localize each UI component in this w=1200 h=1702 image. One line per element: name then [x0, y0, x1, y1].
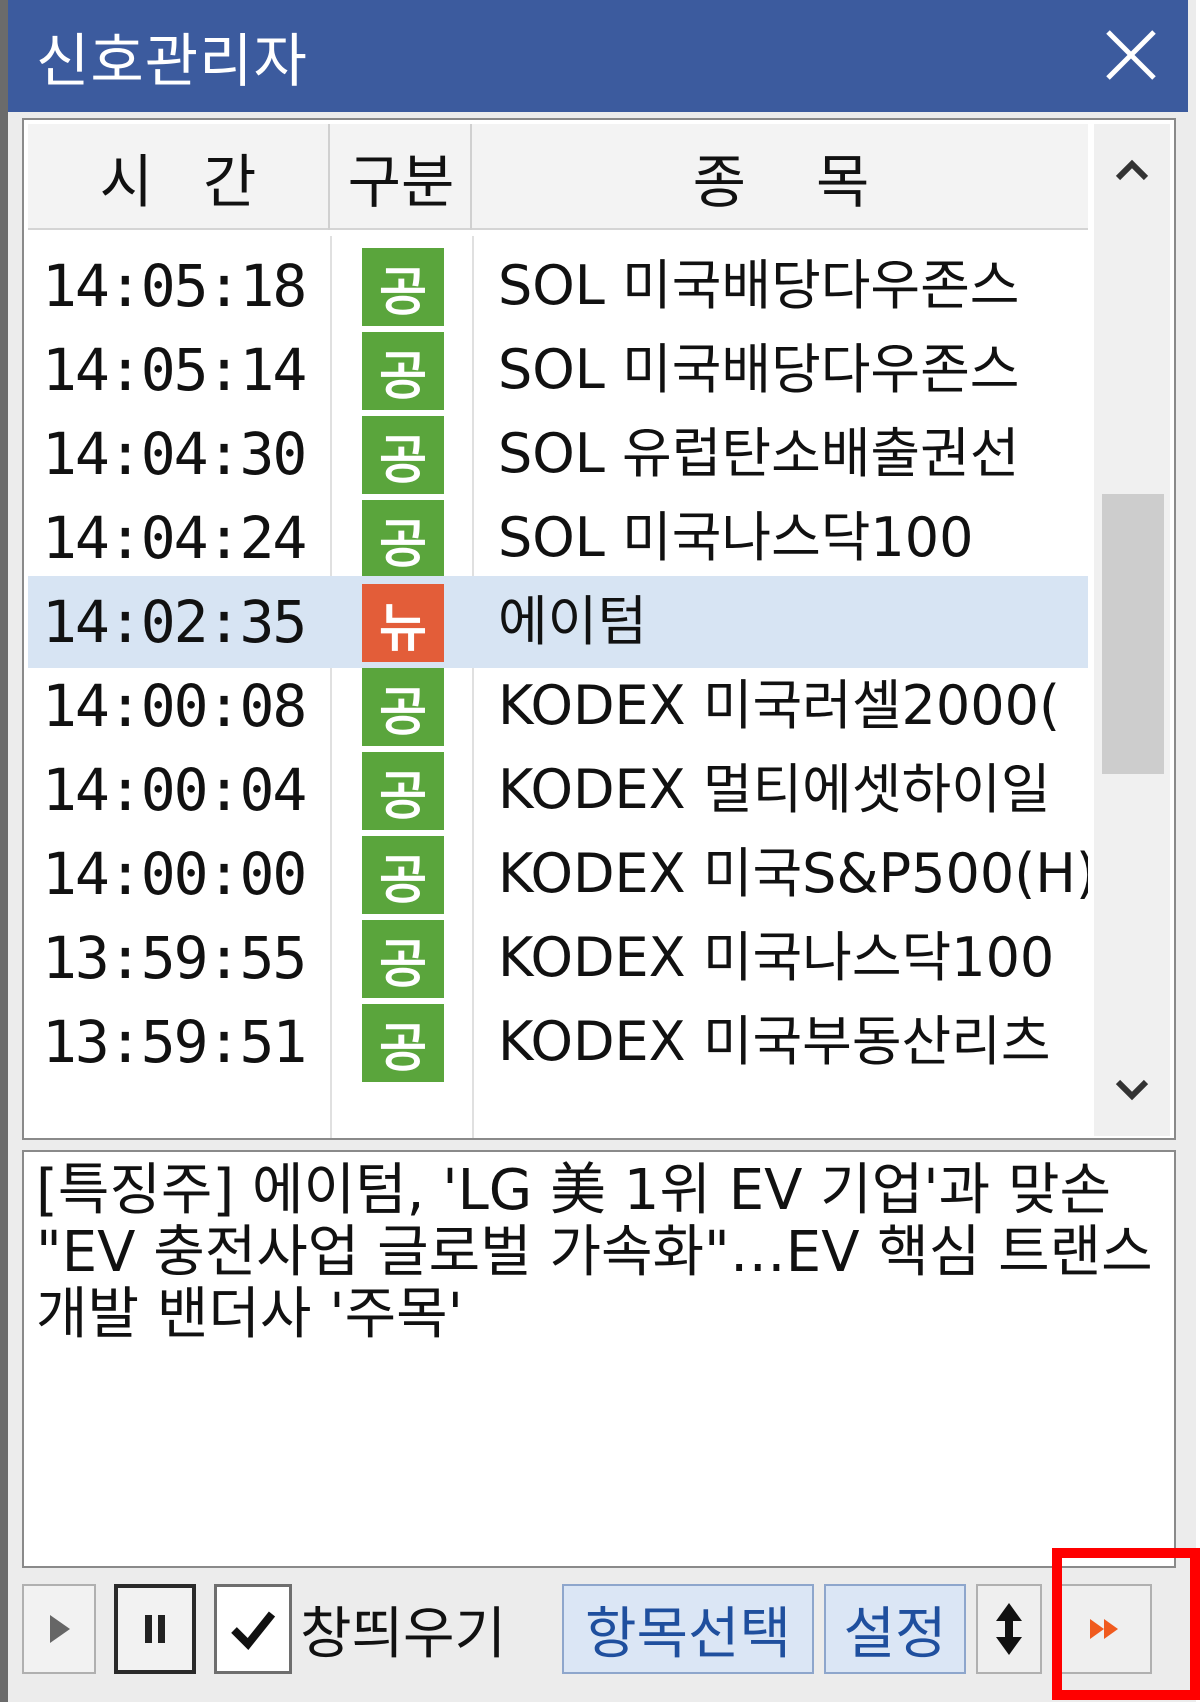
play-icon [50, 1615, 70, 1643]
play-button[interactable] [22, 1584, 96, 1674]
chevron-up-icon [1115, 159, 1149, 181]
vertical-scrollbar[interactable] [1094, 124, 1170, 1136]
settings-button[interactable]: 설정 [824, 1584, 966, 1674]
window-title: 신호관리자 [36, 27, 308, 95]
row-kind-badge: 뉴 [362, 584, 444, 662]
table-row[interactable]: 14:00:04 공 KODEX 멀티에셋하이일 [28, 744, 1088, 836]
row-stock-name: SOL 미국배당다우존스 [498, 254, 1020, 317]
bottom-toolbar: 창띄우기 항목선택 설정 [18, 1576, 1188, 1686]
window-edge [0, 0, 8, 1702]
title-bar[interactable]: 신호관리자 [8, 0, 1188, 112]
close-icon [1106, 30, 1156, 80]
row-time: 13:59:55 [42, 924, 307, 992]
row-kind-badge: 공 [362, 668, 444, 746]
table-body: 14:05:18 공 SOL 미국배당다우존스 14:05:14 공 SOL 미국배당다우… [28, 236, 1088, 1136]
scroll-up-button[interactable] [1094, 124, 1170, 214]
row-time: 14:00:08 [42, 672, 307, 740]
row-stock-name: KODEX 멀티에셋하이일 [498, 758, 1051, 821]
table-row[interactable]: 13:59:55 공 KODEX 미국나스닥100 [28, 912, 1088, 1004]
row-kind-badge: 공 [362, 416, 444, 494]
table-row[interactable]: 14:05:18 공 SOL 미국배당다우존스 [28, 240, 1088, 332]
row-stock-name: KODEX 미국나스닥100 [498, 926, 1055, 989]
row-time: 13:59:51 [42, 1008, 307, 1076]
row-stock-name: 에이텀 [498, 590, 648, 653]
row-stock-name: KODEX 미국S&P500(H) [498, 842, 1088, 905]
scroll-down-button[interactable] [1094, 1046, 1170, 1136]
popup-checkbox-label[interactable]: 창띄우기 [300, 1584, 550, 1674]
table-row[interactable]: 14:05:14 공 SOL 미국배당다우존스 [28, 324, 1088, 416]
column-header-name[interactable]: 종목 [474, 124, 1088, 230]
row-kind-badge: 공 [362, 1004, 444, 1082]
highlight-box [1052, 1548, 1200, 1700]
up-down-button[interactable] [976, 1584, 1042, 1674]
row-kind-badge: 공 [362, 248, 444, 326]
item-select-button[interactable]: 항목선택 [562, 1584, 814, 1674]
row-time: 14:05:14 [42, 336, 307, 404]
row-kind-badge: 공 [362, 332, 444, 410]
table-row[interactable]: 14:00:08 공 KODEX 미국러셀2000( [28, 660, 1088, 752]
column-header-kind[interactable]: 구분 [332, 124, 472, 230]
row-stock-name: KODEX 미국러셀2000( [498, 674, 1061, 737]
row-time: 14:02:35 [42, 588, 307, 656]
news-detail-box[interactable]: [특징주] 에이텀, 'LG 美 1위 EV 기업'과 맞손 "EV 충전사업 … [22, 1150, 1176, 1568]
signal-list[interactable]: 시간 구분 종목 14:05:18 공 SOL 미국배당다우존스 14:05:14 공 S… [22, 118, 1176, 1140]
row-stock-name: KODEX 미국부동산리츠 [498, 1010, 1051, 1073]
row-time: 14:04:30 [42, 420, 307, 488]
row-stock-name: SOL 미국배당다우존스 [498, 338, 1020, 401]
row-time: 14:00:00 [42, 840, 307, 908]
row-kind-badge: 공 [362, 836, 444, 914]
table-row[interactable]: 14:04:24 공 SOL 미국나스닥100 [28, 492, 1088, 584]
pause-icon [145, 1615, 165, 1643]
table-row[interactable]: 14:04:30 공 SOL 유럽탄소배출권선 [28, 408, 1088, 500]
table-row[interactable]: 13:59:51 공 KODEX 미국부동산리츠 [28, 996, 1088, 1088]
row-time: 14:00:04 [42, 756, 307, 824]
up-down-arrow-icon [996, 1603, 1022, 1655]
row-time: 14:05:18 [42, 252, 307, 320]
close-button[interactable] [1098, 22, 1164, 88]
table-header: 시간 구분 종목 [28, 124, 1088, 230]
check-icon [231, 1611, 276, 1650]
row-time: 14:04:24 [42, 504, 307, 572]
table-row[interactable]: 14:02:35 뉴 에이텀 [28, 576, 1088, 668]
scrollbar-thumb[interactable] [1102, 494, 1164, 774]
pause-button[interactable] [114, 1584, 196, 1674]
row-stock-name: SOL 미국나스닥100 [498, 506, 974, 569]
row-stock-name: SOL 유럽탄소배출권선 [498, 422, 1020, 485]
column-header-time[interactable]: 시간 [28, 124, 330, 230]
row-kind-badge: 공 [362, 500, 444, 578]
chevron-down-icon [1115, 1079, 1149, 1101]
signal-manager-window: 신호관리자 시간 구분 종목 14:05:18 공 SOL 미국배당다우존스 14:0… [0, 0, 1200, 1702]
table-row[interactable]: 14:00:00 공 KODEX 미국S&P500(H) [28, 828, 1088, 920]
popup-checkbox[interactable] [214, 1584, 292, 1674]
row-kind-badge: 공 [362, 752, 444, 830]
row-kind-badge: 공 [362, 920, 444, 998]
